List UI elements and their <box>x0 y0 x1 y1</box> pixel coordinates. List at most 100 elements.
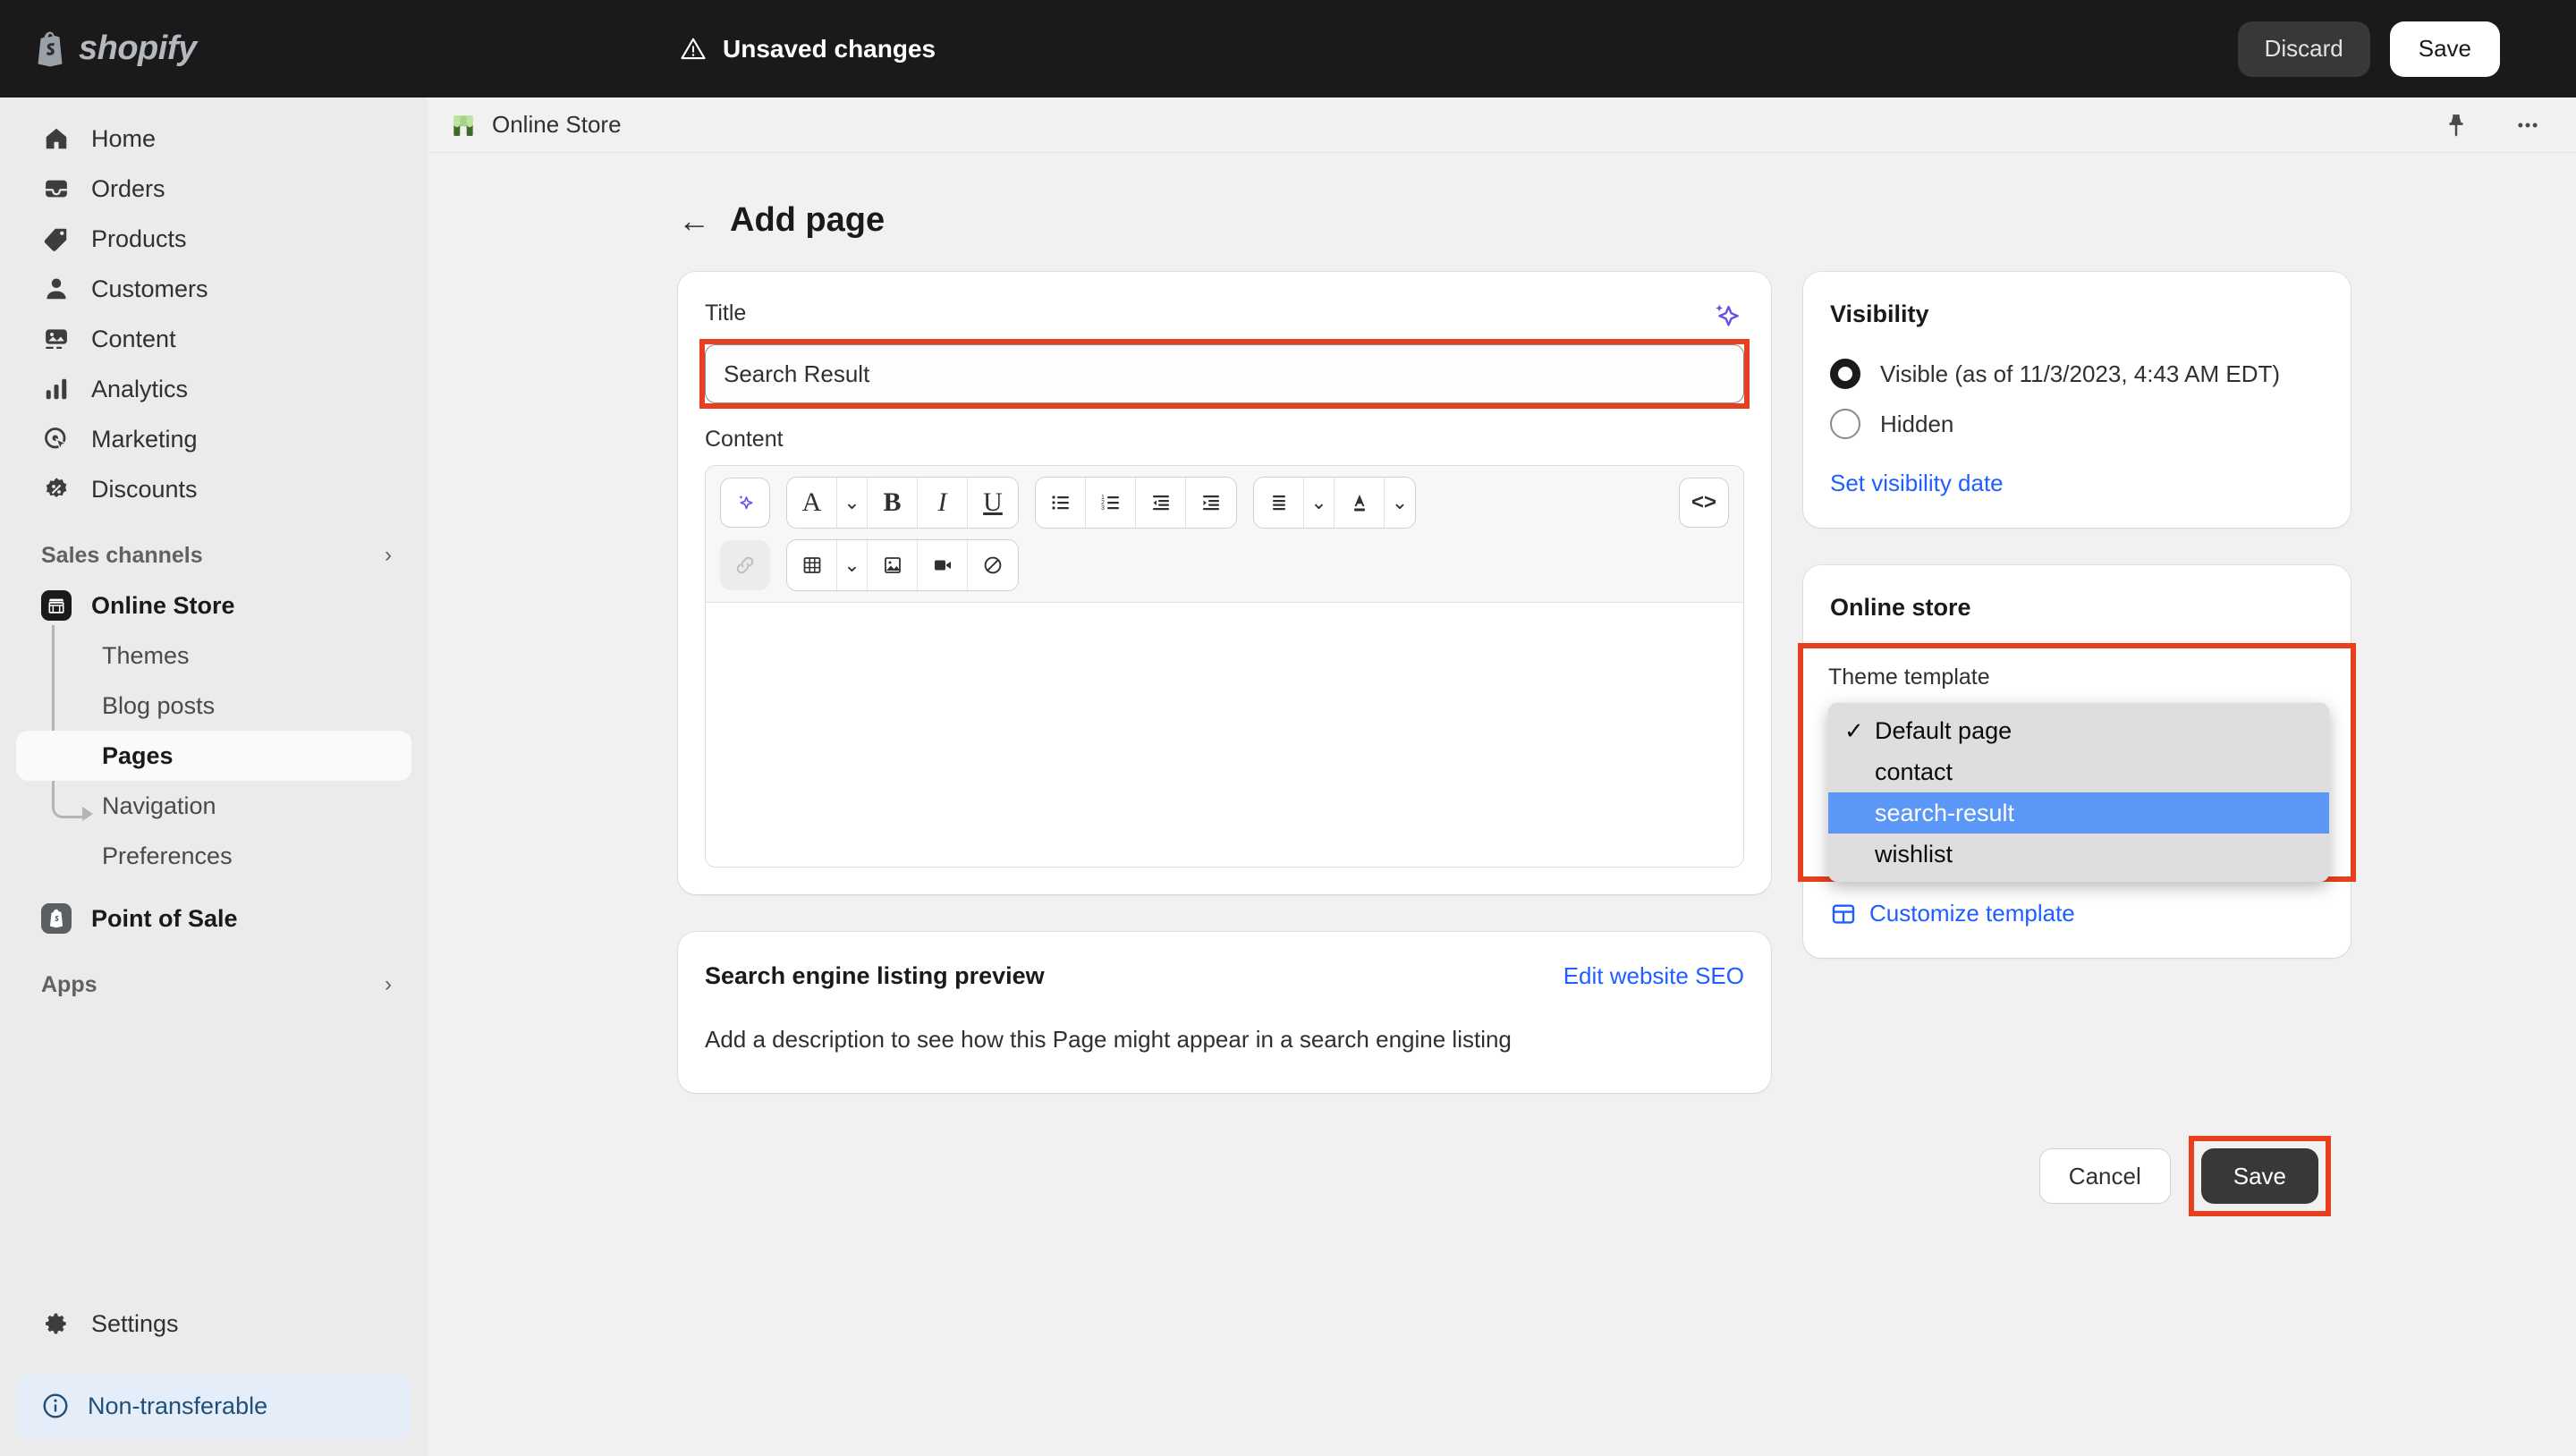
cancel-button[interactable]: Cancel <box>2039 1148 2171 1204</box>
sidebar-label-content: Content <box>91 326 176 353</box>
bulleted-list-button[interactable] <box>1036 478 1086 528</box>
code-view-button[interactable]: <> <box>1679 478 1729 528</box>
pos-bag-icon <box>41 903 72 934</box>
title-input[interactable] <box>705 344 1744 403</box>
rich-text-editor: A ⌄ B I U 123 <box>705 465 1744 868</box>
sidebar-item-content[interactable]: Content <box>16 314 411 364</box>
clear-formatting-button[interactable] <box>968 540 1018 590</box>
sidebar-label-navigation: Navigation <box>102 792 216 820</box>
store-context-label: Online Store <box>492 111 622 139</box>
arrow-left-icon[interactable]: ← <box>678 205 710 237</box>
sidebar-item-orders[interactable]: Orders <box>16 164 411 214</box>
person-icon <box>41 274 72 304</box>
title-row: Title <box>705 301 1744 335</box>
sidebar-label-settings: Settings <box>91 1310 179 1338</box>
online-store-subnav: Themes Blog posts Pages Navigation Prefe… <box>0 631 428 881</box>
sidebar-item-pages[interactable]: Pages <box>16 731 411 781</box>
magic-sparkle-icon[interactable] <box>1710 301 1741 335</box>
topbar-actions: Discard Save <box>2238 21 2500 77</box>
dropdown-option-contact[interactable]: contact <box>1828 751 2329 792</box>
green-storefront-icon <box>449 111 478 140</box>
align-caret-icon[interactable]: ⌄ <box>1304 478 1335 528</box>
seo-preview-card: Search engine listing preview Edit websi… <box>678 932 1771 1093</box>
save-button-footer[interactable]: Save <box>2201 1148 2318 1204</box>
online-store-card: Online store Theme template Assign a tem… <box>1803 565 2351 958</box>
editor-toolbar-row-2: ⌄ <box>706 539 1743 602</box>
table-caret-icon[interactable]: ⌄ <box>837 540 868 590</box>
sidebar-label-discounts: Discounts <box>91 476 198 504</box>
insert-table-button[interactable] <box>787 540 837 590</box>
sidebar-label-products: Products <box>91 225 187 253</box>
font-style-button[interactable]: A <box>787 478 837 528</box>
sidebar-item-analytics[interactable]: Analytics <box>16 364 411 414</box>
sidebar-item-home[interactable]: Home <box>16 114 411 164</box>
theme-template-dropdown[interactable]: ✓ Default page contact search-result <box>1828 703 2329 882</box>
indent-button[interactable] <box>1186 478 1236 528</box>
text-color-caret-icon[interactable]: ⌄ <box>1385 478 1415 528</box>
font-style-caret-icon[interactable]: ⌄ <box>837 478 868 528</box>
sidebar: Home Orders Products Customers Content A… <box>0 97 428 1456</box>
dropdown-option-search-result[interactable]: search-result <box>1828 792 2329 834</box>
sidebar-item-point-of-sale[interactable]: Point of Sale <box>16 893 411 944</box>
ai-sparkle-button[interactable] <box>720 478 770 528</box>
pin-icon[interactable] <box>2436 106 2476 145</box>
insert-video-button[interactable] <box>918 540 968 590</box>
editor-toolbar-row-1: A ⌄ B I U 123 <box>706 466 1743 539</box>
text-color-button[interactable] <box>1335 478 1385 528</box>
shopify-logo[interactable]: shopify <box>34 30 197 68</box>
discard-button[interactable]: Discard <box>2238 21 2370 77</box>
sidebar-item-preferences[interactable]: Preferences <box>16 831 411 881</box>
bold-button[interactable]: B <box>868 478 918 528</box>
visibility-option-visible[interactable]: Visible (as of 11/3/2023, 4:43 AM EDT) <box>1830 359 2324 389</box>
underline-button[interactable]: U <box>968 478 1018 528</box>
set-visibility-date-link[interactable]: Set visibility date <box>1830 470 2324 497</box>
save-button-topbar[interactable]: Save <box>2390 21 2500 77</box>
chevron-right-icon: › <box>385 972 392 997</box>
numbered-list-button[interactable]: 123 <box>1086 478 1136 528</box>
discount-badge-icon <box>41 474 72 504</box>
top-bar: shopify Unsaved changes Discard Save <box>0 0 2576 97</box>
sidebar-item-themes[interactable]: Themes <box>16 631 411 681</box>
orders-inbox-icon <box>41 174 72 204</box>
target-cursor-icon <box>41 424 72 454</box>
title-field-highlight <box>705 344 1744 403</box>
sidebar-label-home: Home <box>91 125 156 153</box>
dropdown-option-wishlist[interactable]: wishlist <box>1828 834 2329 875</box>
non-transferable-banner[interactable]: Non-transferable <box>16 1374 411 1438</box>
sidebar-item-navigation[interactable]: Navigation <box>16 781 411 831</box>
radio-visible[interactable] <box>1830 359 1860 389</box>
italic-button[interactable]: I <box>918 478 968 528</box>
online-store-heading: Online store <box>1830 594 2324 622</box>
storefront-icon <box>41 590 72 621</box>
sidebar-section-sales-channels[interactable]: Sales channels › <box>16 530 411 580</box>
sidebar-label-orders: Orders <box>91 175 165 203</box>
sidebar-item-marketing[interactable]: Marketing <box>16 414 411 464</box>
sidebar-section-apps[interactable]: Apps › <box>16 960 411 1010</box>
edit-website-seo-link[interactable]: Edit website SEO <box>1563 962 1744 990</box>
insert-image-button[interactable] <box>868 540 918 590</box>
sidebar-label-blog-posts: Blog posts <box>102 692 215 720</box>
dropdown-option-label: Default page <box>1875 717 2012 745</box>
align-button[interactable] <box>1254 478 1304 528</box>
page-details-card: Title Content <box>678 272 1771 894</box>
visibility-option-hidden[interactable]: Hidden <box>1830 409 2324 439</box>
outdent-button[interactable] <box>1136 478 1186 528</box>
radio-hidden[interactable] <box>1830 409 1860 439</box>
editor-content-area[interactable] <box>706 602 1743 867</box>
sidebar-label-pages: Pages <box>102 742 174 770</box>
customize-template-link[interactable]: Customize template <box>1830 900 2324 927</box>
unsaved-changes-text: Unsaved changes <box>723 35 936 63</box>
sidebar-item-online-store[interactable]: Online Store <box>16 580 411 631</box>
store-context[interactable]: Online Store <box>449 111 622 140</box>
right-column: Visibility Visible (as of 11/3/2023, 4:4… <box>1803 272 2351 1093</box>
theme-template-select[interactable]: Assign a template from your current them… <box>1828 703 2326 850</box>
sidebar-item-products[interactable]: Products <box>16 214 411 264</box>
apps-label: Apps <box>41 972 97 998</box>
sidebar-item-customers[interactable]: Customers <box>16 264 411 314</box>
sidebar-item-discounts[interactable]: Discounts <box>16 464 411 514</box>
shopify-bag-icon <box>34 30 66 68</box>
sidebar-item-blog-posts[interactable]: Blog posts <box>16 681 411 731</box>
dropdown-option-default-page[interactable]: ✓ Default page <box>1828 710 2329 751</box>
ellipsis-horizontal-icon[interactable] <box>2508 106 2547 145</box>
sidebar-item-settings[interactable]: Settings <box>16 1299 411 1349</box>
